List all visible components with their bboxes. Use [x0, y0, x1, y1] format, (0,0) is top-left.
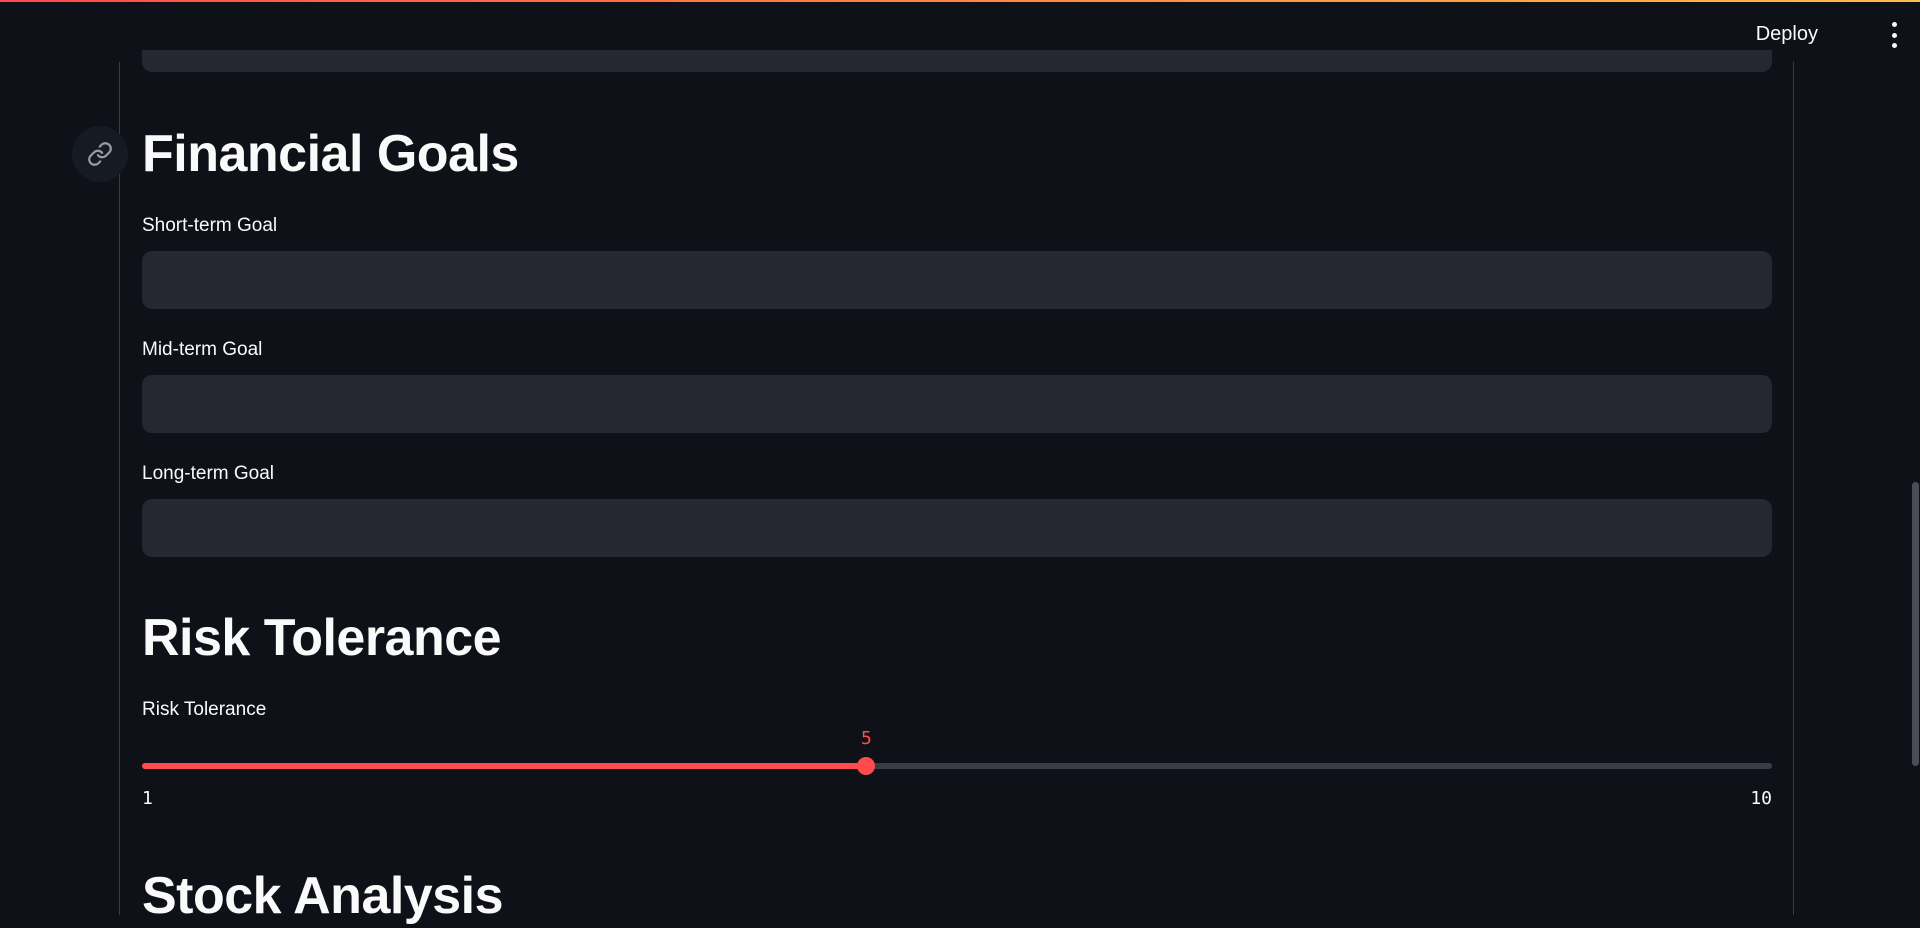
slider-thumb[interactable] [857, 757, 876, 775]
short-term-goal-label: Short-term Goal [142, 215, 278, 236]
previous-input-field[interactable] [142, 50, 1772, 72]
stock-analysis-heading: Stock Analysis [142, 867, 504, 925]
long-term-goal-label: Long-term Goal [142, 463, 275, 484]
link-icon[interactable] [72, 126, 128, 182]
slider-current-value: 5 [861, 728, 872, 749]
menu-dot [1891, 43, 1897, 48]
slider-max-value: 10 [1750, 788, 1772, 809]
mid-term-goal-label: Mid-term Goal [142, 339, 263, 360]
kebab-menu-icon[interactable] [1882, 22, 1906, 48]
slider-fill [142, 763, 867, 769]
container-left-border [119, 62, 120, 915]
slider-min-value: 1 [142, 788, 153, 809]
short-term-goal-input[interactable] [142, 251, 1772, 309]
risk-tolerance-heading: Risk Tolerance [142, 609, 502, 667]
container-right-border [1793, 62, 1794, 915]
long-term-goal-input[interactable] [142, 499, 1772, 557]
financial-goals-heading: Financial Goals [142, 125, 519, 183]
scrollbar-track [1912, 2, 1920, 915]
risk-tolerance-label: Risk Tolerance [142, 699, 267, 720]
menu-dot [1891, 22, 1897, 27]
menu-dot [1891, 32, 1897, 38]
mid-term-goal-input[interactable] [142, 375, 1772, 433]
deploy-button[interactable]: Deploy [1746, 18, 1828, 50]
scrollbar-thumb[interactable] [1912, 482, 1919, 766]
risk-tolerance-slider[interactable] [142, 757, 1772, 775]
